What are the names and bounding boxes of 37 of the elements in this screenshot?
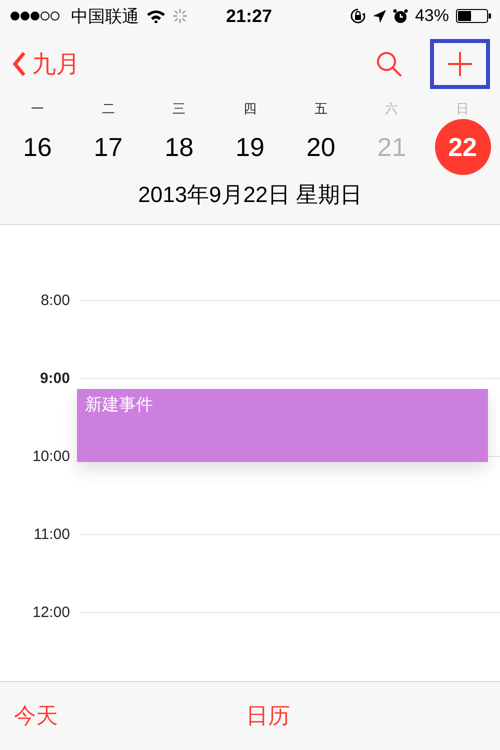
alarm-icon	[392, 8, 408, 24]
hour-label: 9:00	[38, 370, 70, 387]
wifi-icon	[146, 9, 166, 23]
day-number[interactable]: 21	[364, 122, 420, 172]
weekday-label: 六	[385, 100, 398, 118]
hour-label: 10:00	[31, 448, 70, 465]
chevron-icon	[12, 51, 26, 77]
hour-label: 8:00	[40, 292, 70, 309]
location-icon	[372, 10, 386, 22]
hour-label: 12:00	[31, 604, 70, 621]
day-number[interactable]: 18	[151, 122, 208, 172]
day-number[interactable]: 17	[80, 122, 136, 172]
weekday-label: 二	[102, 100, 115, 118]
weekday-label: 日	[456, 100, 470, 118]
activity-icon	[173, 9, 187, 23]
tab-bar-item[interactable]: 今天	[14, 701, 58, 732]
day-number[interactable]: 20	[292, 122, 349, 172]
add-button[interactable]	[430, 39, 490, 89]
weekday-label: 三	[172, 100, 186, 118]
search-icon[interactable]	[376, 51, 402, 77]
back-button[interactable]: 九月	[12, 48, 80, 80]
hour-label: 11:00	[32, 526, 70, 543]
rotation-lock-icon	[350, 8, 366, 24]
plus-icon	[447, 51, 473, 77]
battery-icon	[456, 9, 492, 23]
weekday-label: 一	[30, 100, 44, 118]
day-number[interactable]: 16	[9, 122, 66, 172]
battery-percent: 43%	[414, 6, 449, 26]
weekday-label: 五	[314, 100, 328, 118]
clock-time: 21:27	[226, 6, 272, 26]
tab-bar-item[interactable]: 日历	[246, 701, 290, 732]
selected-date: 2013年9月22日 星期日	[137, 181, 363, 209]
carrier-name: 中国联通	[71, 6, 139, 28]
event-block[interactable]: 新建事件	[77, 389, 488, 462]
day-number[interactable]: 19	[222, 122, 278, 172]
weekday-label: 四	[243, 100, 256, 118]
day-number[interactable]: 22	[434, 119, 491, 175]
